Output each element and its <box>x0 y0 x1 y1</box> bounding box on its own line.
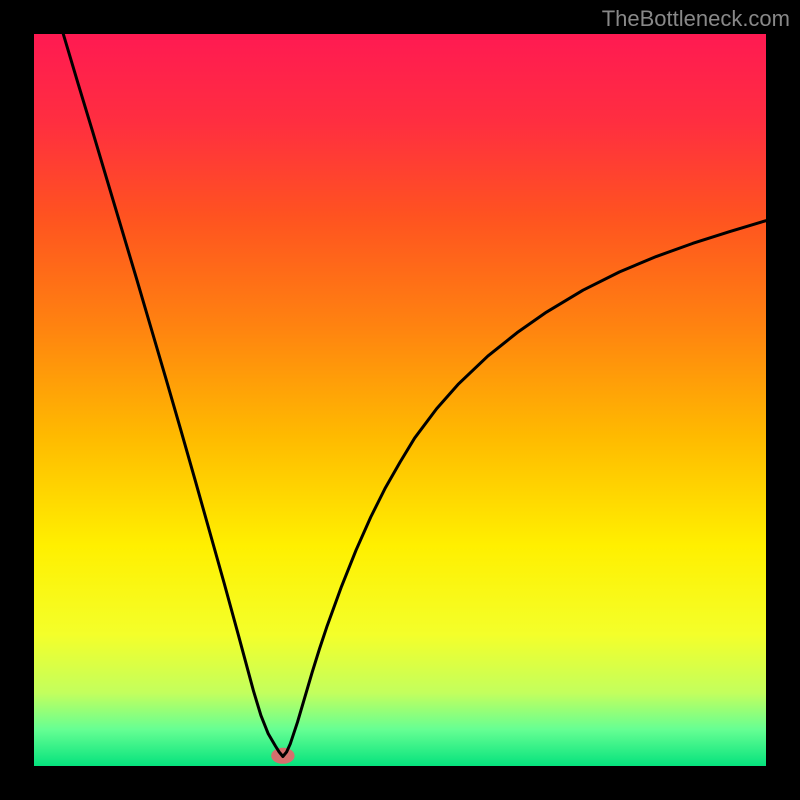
chart-background <box>34 34 766 766</box>
attribution-text: TheBottleneck.com <box>602 6 790 32</box>
chart-frame: TheBottleneck.com <box>0 0 800 800</box>
chart-svg <box>34 34 766 766</box>
chart-plot-area <box>34 34 766 766</box>
